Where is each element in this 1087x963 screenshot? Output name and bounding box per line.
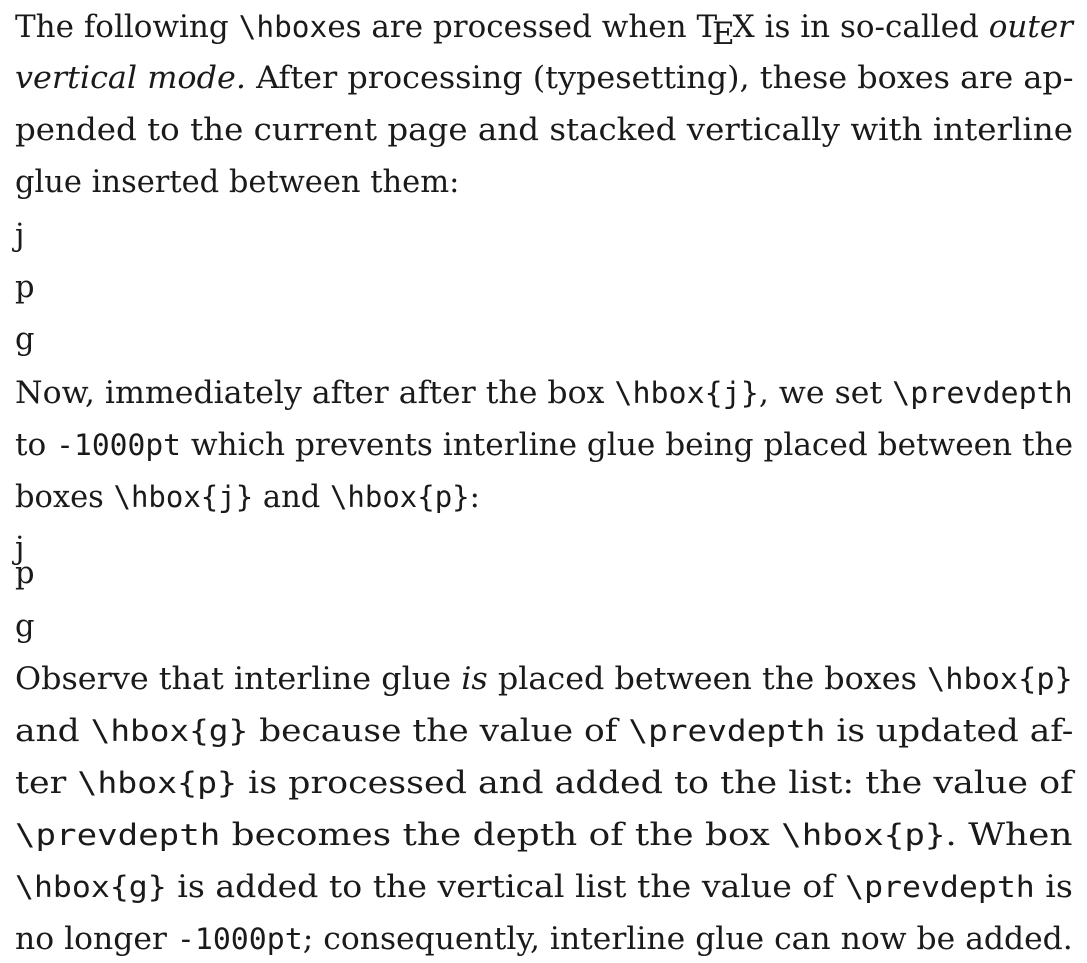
text-run: because the value of [248, 714, 629, 749]
code-token: \hbox{g} [15, 870, 167, 904]
text-run: becomes the depth of the box [220, 818, 782, 853]
text-run: Now, immediately after after the box [15, 376, 615, 411]
text-line: \hbox{g} is added to the vertical list t… [15, 867, 1073, 907]
text-run: and [253, 480, 330, 515]
text-line: vertical mode. After processing (typeset… [15, 59, 1073, 99]
code-token: \hbox [238, 10, 328, 44]
text-run: The following [15, 10, 239, 45]
text-run: p [15, 270, 35, 305]
text-run: es are processed when T [327, 10, 718, 45]
text-run: X is in so-called [732, 10, 989, 45]
code-token: \hbox{p} [329, 480, 470, 514]
text-run: After processing (typesetting), these bo… [245, 61, 1074, 96]
code-token: \prevdepth [892, 376, 1073, 410]
text-line: j [15, 216, 24, 256]
text-run: placed between the boxes [487, 662, 928, 697]
text-line: boxes \hbox{j} and \hbox{p}: [15, 477, 480, 517]
text-run: is added to the vertical list the value … [166, 870, 846, 905]
text-run: : [469, 480, 480, 515]
code-token: \hbox{p} [77, 766, 237, 800]
text-run: no longer [15, 922, 177, 957]
code-token: \hbox{p} [927, 662, 1073, 696]
code-token: \prevdepth [628, 714, 826, 748]
text-run: , we set [758, 376, 893, 411]
text-run: g [15, 322, 35, 357]
code-token: \prevdepth [845, 870, 1035, 904]
text-run: j [15, 218, 25, 253]
code-token: \hbox{g} [90, 714, 249, 748]
text-line: glue inserted between them: [15, 163, 459, 203]
text-run: boxes [15, 480, 114, 515]
text-line: \prevdepth becomes the depth of the box … [15, 815, 1072, 855]
text-run: is updated af- [825, 714, 1074, 749]
code-token: \hbox{j} [113, 480, 254, 514]
text-run: ter [15, 766, 78, 801]
code-token: \hbox{j} [614, 376, 759, 410]
text-run: which prevents interline glue being plac… [180, 428, 1074, 463]
text-run: . When [945, 818, 1073, 853]
text-run: is processed and added to the list: the … [236, 766, 1073, 801]
text-run: p [15, 556, 35, 591]
code-token: -1000pt [176, 922, 303, 956]
emphasis-text: vertical mode. [15, 61, 246, 96]
text-line: p [15, 554, 35, 594]
text-run: and [15, 714, 91, 749]
text-line: p [15, 268, 35, 308]
code-token: \hbox{p} [781, 818, 946, 852]
text-line: to -1000pt which prevents interline glue… [15, 425, 1073, 465]
text-line: g [15, 320, 35, 360]
text-line: The following \hboxes are processed when… [15, 7, 1073, 52]
text-run: Observe that interline glue [15, 662, 462, 697]
text-run: pended to the current page and stacked v… [15, 113, 1073, 148]
tex-logo-e: E [712, 17, 735, 52]
text-line: no longer -1000pt; consequently, interli… [15, 919, 1073, 959]
text-line: and \hbox{g} because the value of \prevd… [15, 711, 1073, 751]
text-run: g [15, 609, 35, 644]
text-line: pended to the current page and stacked v… [15, 111, 1073, 151]
text-run: to [15, 428, 57, 463]
code-token: \prevdepth [15, 818, 221, 852]
text-line: g [15, 607, 35, 647]
text-line: Observe that interline glue is placed be… [15, 659, 1073, 699]
emphasis-text: outer [988, 10, 1073, 45]
text-line: ter \hbox{p} is processed and added to t… [15, 763, 1073, 803]
emphasis-text: is [461, 662, 488, 697]
text-run: is [1034, 870, 1073, 905]
code-token: -1000pt [56, 428, 181, 462]
text-run: glue inserted between them: [15, 165, 460, 200]
text-line: Now, immediately after after the box \hb… [15, 373, 1073, 413]
text-run: ; consequently, interline glue can now b… [302, 922, 1073, 957]
